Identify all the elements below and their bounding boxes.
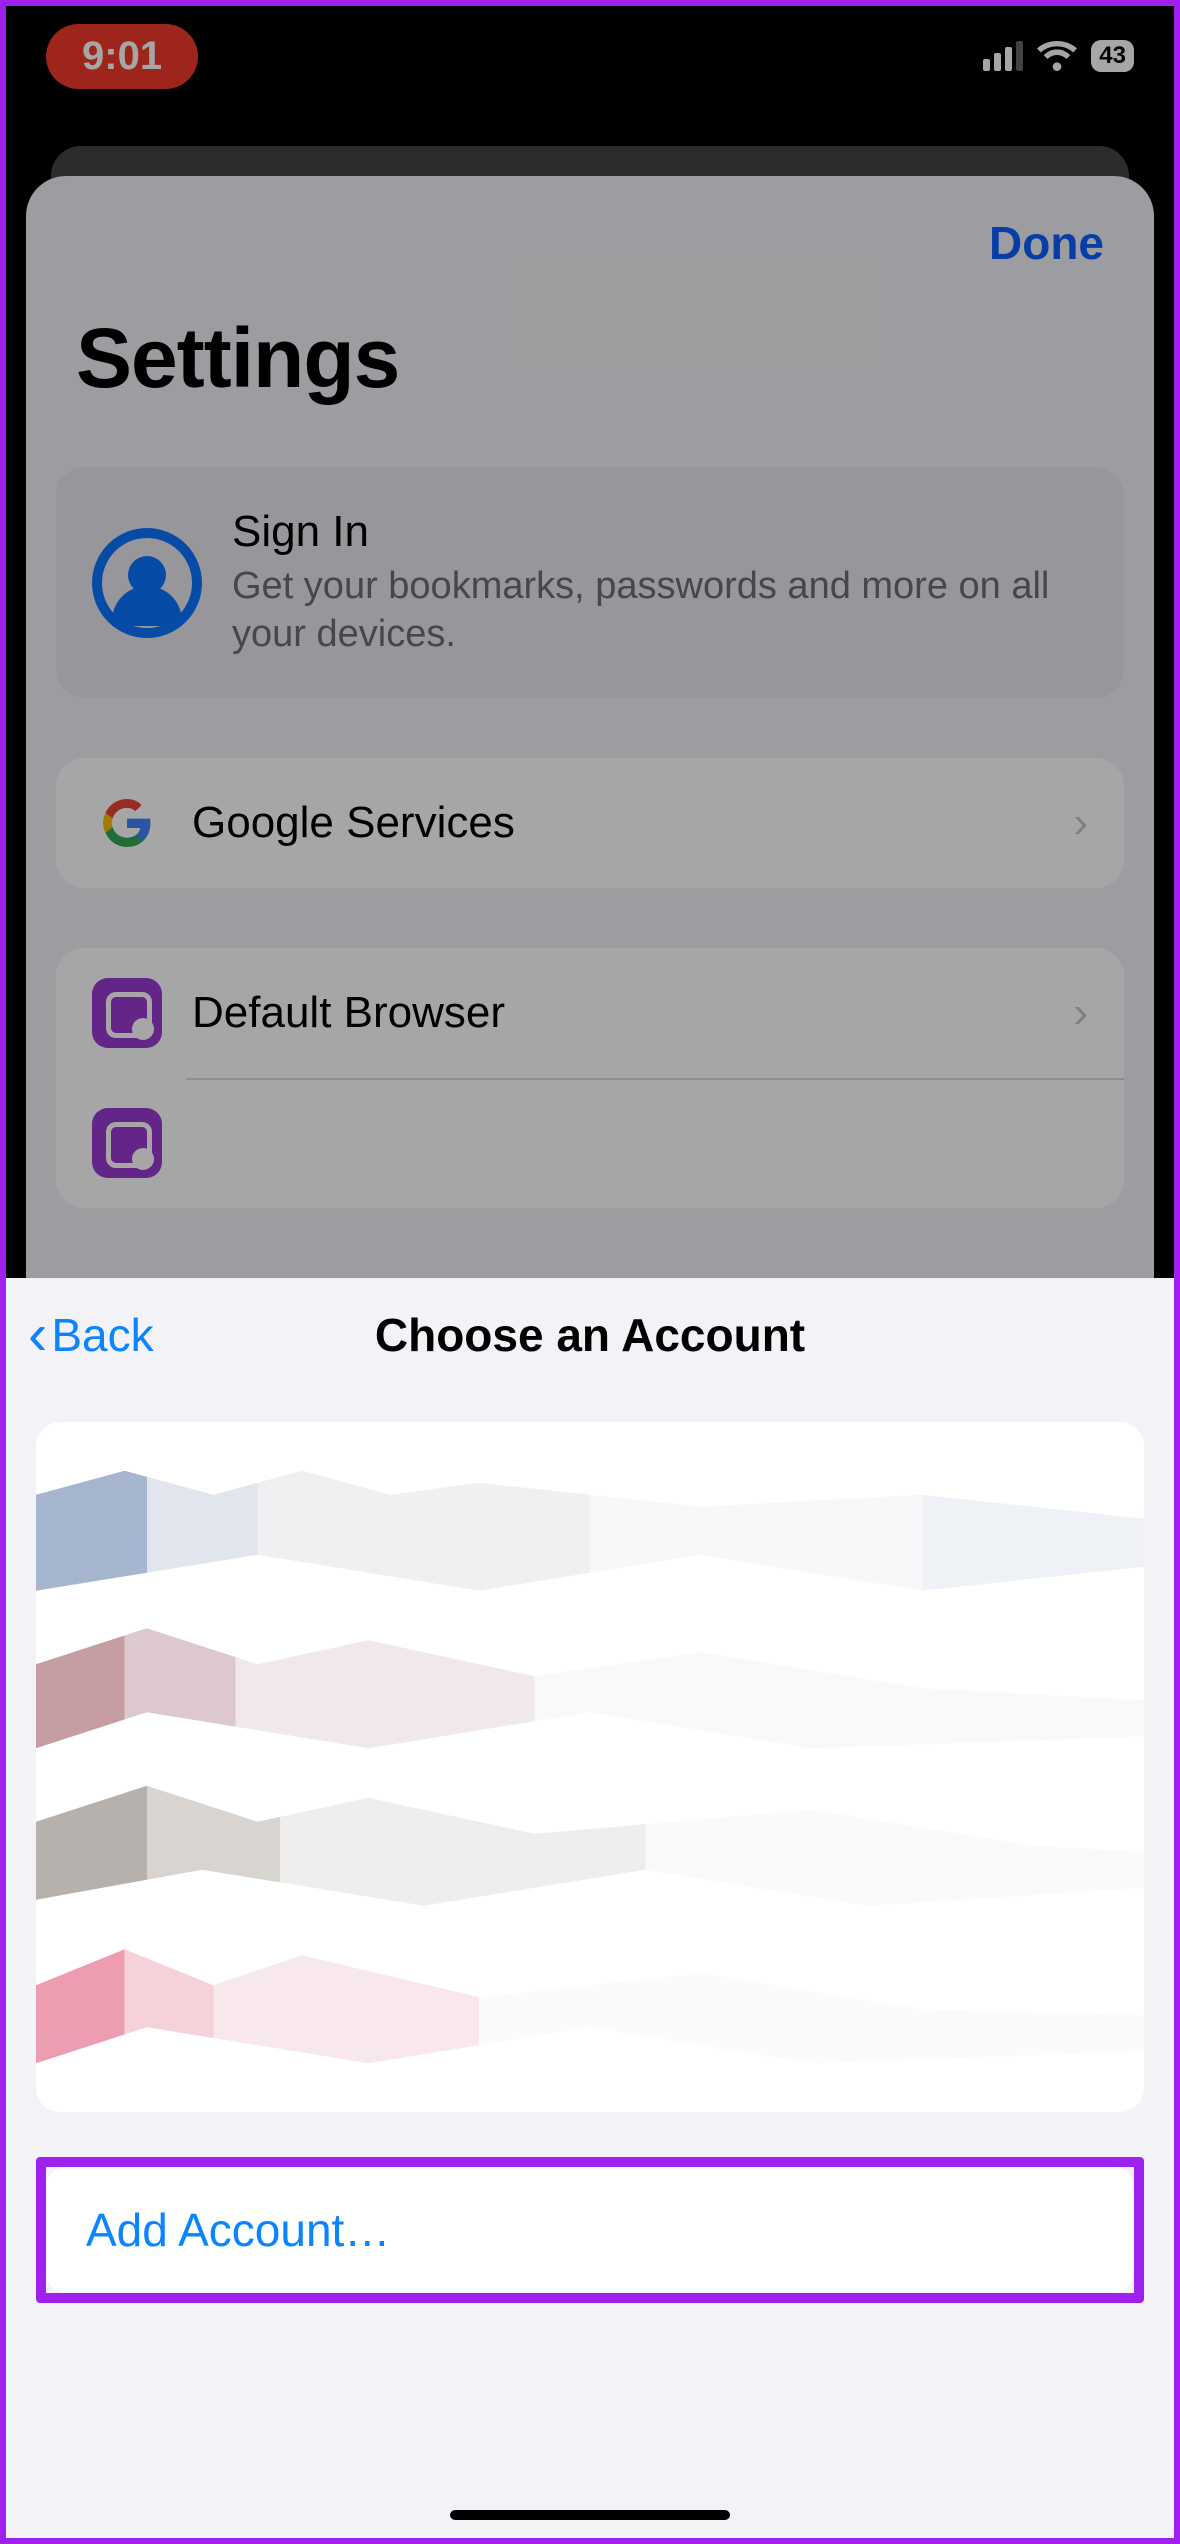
google-services-label: Google Services — [192, 798, 1043, 848]
account-list — [36, 1422, 1144, 2112]
account-row-redacted[interactable] — [36, 1943, 1144, 2063]
browser-section: Default Browser › — [56, 948, 1124, 1208]
back-button[interactable]: ‹ Back — [28, 1308, 154, 1362]
search-engine-row[interactable] — [56, 1078, 1124, 1208]
sign-in-subtitle: Get your bookmarks, passwords and more o… — [232, 563, 1088, 658]
add-account-highlight: Add Account… — [36, 2157, 1144, 2303]
account-row-redacted[interactable] — [36, 1786, 1144, 1906]
account-row-redacted[interactable] — [36, 1628, 1144, 1748]
recording-time-pill: 9:01 — [46, 24, 198, 89]
chevron-left-icon: ‹ — [28, 1312, 47, 1358]
status-right: 43 — [983, 40, 1134, 72]
back-label: Back — [51, 1308, 153, 1362]
battery-icon: 43 — [1091, 40, 1134, 72]
chevron-right-icon: › — [1073, 798, 1088, 848]
google-services-section: Google Services › — [56, 758, 1124, 888]
wifi-icon — [1037, 41, 1077, 71]
sign-in-card[interactable]: Sign In Get your bookmarks, passwords an… — [56, 467, 1124, 698]
sign-in-title: Sign In — [232, 507, 1088, 557]
modal-title: Choose an Account — [375, 1308, 805, 1362]
account-row-redacted[interactable] — [36, 1471, 1144, 1591]
default-browser-row[interactable]: Default Browser › — [56, 948, 1124, 1078]
google-logo-icon — [92, 788, 162, 858]
page-title: Settings — [26, 280, 1154, 467]
default-browser-icon — [92, 978, 162, 1048]
google-services-row[interactable]: Google Services › — [56, 758, 1124, 888]
default-browser-label: Default Browser — [192, 988, 1043, 1038]
add-account-button[interactable]: Add Account… — [46, 2167, 1134, 2293]
home-indicator[interactable] — [450, 2510, 730, 2520]
user-circle-icon — [92, 528, 202, 638]
chevron-right-icon: › — [1073, 988, 1088, 1038]
choose-account-modal: ‹ Back Choose an Account Add Account… — [6, 1278, 1174, 2538]
done-button[interactable]: Done — [989, 216, 1104, 270]
status-bar: 9:01 43 — [6, 6, 1174, 106]
search-engine-icon — [92, 1108, 162, 1178]
cellular-icon — [983, 41, 1023, 71]
